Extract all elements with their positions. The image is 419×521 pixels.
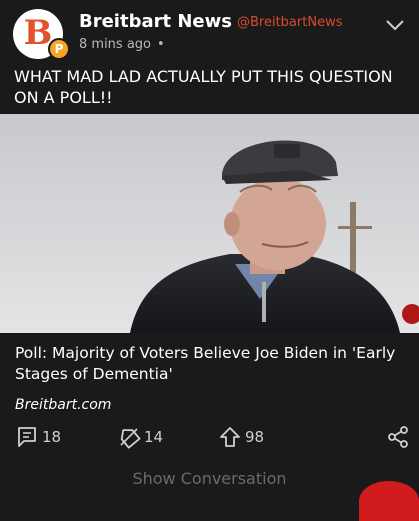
tweet-header: B P Breitbart News @BreitbartNews 8 mins… xyxy=(0,0,419,60)
share-button[interactable] xyxy=(386,424,410,450)
chevron-down-icon[interactable] xyxy=(385,18,405,32)
user-handle[interactable]: @BreitbartNews xyxy=(237,15,342,30)
article-domain[interactable]: Breitbart.com xyxy=(15,397,111,413)
retweet-icon xyxy=(120,428,141,449)
reply-count: 18 xyxy=(42,428,62,446)
badge-letter: P xyxy=(54,42,64,56)
article-photo[interactable] xyxy=(0,114,419,333)
upvote-icon xyxy=(220,427,240,447)
floating-action-button[interactable] xyxy=(359,481,419,521)
platform-badge: P xyxy=(48,38,70,60)
timestamp: 8 mins ago • xyxy=(79,37,165,52)
share-icon xyxy=(388,426,408,448)
reply-button[interactable]: 18 xyxy=(15,424,61,450)
retweet-count: 14 xyxy=(144,428,164,446)
upvote-button[interactable]: 98 xyxy=(218,424,264,450)
retweet-button[interactable]: 14 xyxy=(117,424,163,450)
separator-dot: • xyxy=(157,37,165,52)
show-conversation-link[interactable]: Show Conversation xyxy=(0,469,419,488)
tweet-text: WHAT MAD LAD ACTUALLY PUT THIS QUESTION … xyxy=(14,67,393,107)
display-name[interactable]: Breitbart News xyxy=(79,11,232,32)
timestamp-text: 8 mins ago xyxy=(79,37,151,52)
upvote-count: 98 xyxy=(245,428,265,446)
reply-icon xyxy=(18,427,36,447)
article-title[interactable]: Poll: Majority of Voters Believe Joe Bid… xyxy=(15,343,410,385)
